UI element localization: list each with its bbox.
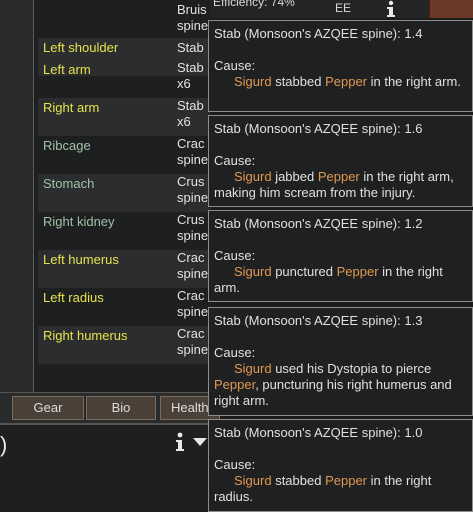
- info-icon[interactable]: [173, 432, 187, 452]
- partial-text: ): [0, 432, 8, 457]
- body-part-label: Left arm: [43, 62, 91, 77]
- tooltip-header: Stab (Monsoon's AZQEE spine): 1.4: [214, 26, 423, 41]
- victim-name: Pepper: [317, 169, 360, 184]
- table-row[interactable]: Left humerus Crac spine: [38, 250, 210, 288]
- info-icon[interactable]: [384, 0, 398, 18]
- body-part-label: Right humerus: [43, 328, 128, 343]
- victim-name: Pepper: [214, 377, 256, 392]
- body-part-label: Right kidney: [43, 214, 115, 229]
- table-row[interactable]: Stomach Crus spine: [38, 174, 210, 212]
- injury-tooltip: Stab (Monsoon's AZQEE spine): 1.2 Cause:…: [208, 210, 473, 302]
- cause-text: Sigurd punctured Pepper in the right arm…: [214, 264, 443, 295]
- cause-text: Sigurd jabbed Pepper in the right arm, m…: [214, 169, 454, 200]
- body-part-label: Ribcage: [43, 138, 91, 153]
- table-row[interactable]: Left arm Stab x6: [38, 60, 210, 98]
- injury-label: Crac spine: [177, 136, 209, 167]
- injury-tooltip: Stab (Monsoon's AZQEE spine): 1.3 Cause:…: [208, 307, 473, 416]
- injury-label: Crac spine: [177, 250, 209, 281]
- cause-text: Sigurd stabbed Pepper in the right radiu…: [214, 473, 432, 504]
- injury-label: Crus spine: [177, 212, 209, 243]
- attacker-name: Sigurd: [234, 74, 272, 89]
- victim-name: Pepper: [336, 264, 379, 279]
- triangle-down-icon[interactable]: [193, 438, 207, 446]
- background-tile: [428, 0, 473, 18]
- injury-label: Bruis spine: [177, 2, 209, 33]
- tooltip-header: Stab (Monsoon's AZQEE spine): 1.0: [214, 425, 423, 440]
- side-strip: [0, 0, 34, 392]
- table-row[interactable]: Right kidney Crus spine: [38, 212, 210, 250]
- tooltip-header: Stab (Monsoon's AZQEE spine): 1.6: [214, 121, 423, 136]
- attacker-name: Sigurd: [234, 169, 272, 184]
- table-row[interactable]: Right arm Stab x6: [38, 98, 210, 136]
- tab-bio[interactable]: Bio: [86, 396, 156, 420]
- attacker-name: Sigurd: [234, 361, 272, 376]
- injury-label: Stab x6: [177, 60, 204, 91]
- tab-gear[interactable]: Gear: [12, 396, 84, 420]
- cause-text: Sigurd stabbed Pepper in the right arm.: [234, 74, 461, 89]
- injury-label: Stab: [177, 40, 204, 55]
- cause-label: Cause:: [214, 248, 256, 263]
- injury-label: Crac spine: [177, 326, 209, 357]
- cause-label: Cause:: [214, 345, 256, 360]
- cause-label: Cause:: [214, 457, 256, 472]
- injury-tooltip: Stab (Monsoon's AZQEE spine): 1.0 Cause:…: [208, 419, 473, 512]
- victim-name: Pepper: [325, 473, 367, 488]
- efficiency-text: Efficiency: 74%: [213, 0, 295, 9]
- table-row[interactable]: Left radius Crac spine: [38, 288, 210, 326]
- tooltip-header: Stab (Monsoon's AZQEE spine): 1.2: [214, 216, 423, 231]
- injury-label: Crus spine: [177, 174, 209, 205]
- body-part-label: Left humerus: [43, 252, 119, 267]
- injury-label: Crac spine: [177, 288, 209, 319]
- cause-label: Cause:: [214, 58, 256, 73]
- victim-name: Pepper: [325, 74, 367, 89]
- health-table: Bruis spine Left shoulder Stab Left arm …: [34, 0, 210, 392]
- attacker-name: Sigurd: [234, 473, 272, 488]
- cause-text: Sigurd used his Dystopia to pierce Peppe…: [214, 361, 452, 408]
- injury-label: Stab x6: [177, 98, 204, 129]
- header-fragment: EE: [335, 1, 352, 15]
- injury-tooltip: Stab (Monsoon's AZQEE spine): 1.4 Cause:…: [208, 20, 473, 112]
- body-part-label: Left radius: [43, 290, 104, 305]
- injury-tooltip: Stab (Monsoon's AZQEE spine): 1.6 Cause:…: [208, 115, 473, 207]
- body-part-label: Right arm: [43, 100, 100, 115]
- table-row[interactable]: Ribcage Crac spine: [38, 136, 210, 174]
- body-part-label: Left shoulder: [43, 40, 119, 55]
- tooltip-header: Stab (Monsoon's AZQEE spine): 1.3: [214, 313, 423, 328]
- cause-label: Cause:: [214, 153, 256, 168]
- body-part-label: Stomach: [43, 176, 95, 191]
- table-row[interactable]: Bruis spine: [38, 0, 210, 38]
- table-row[interactable]: Right humerus Crac spine: [38, 326, 210, 364]
- attacker-name: Sigurd: [234, 264, 272, 279]
